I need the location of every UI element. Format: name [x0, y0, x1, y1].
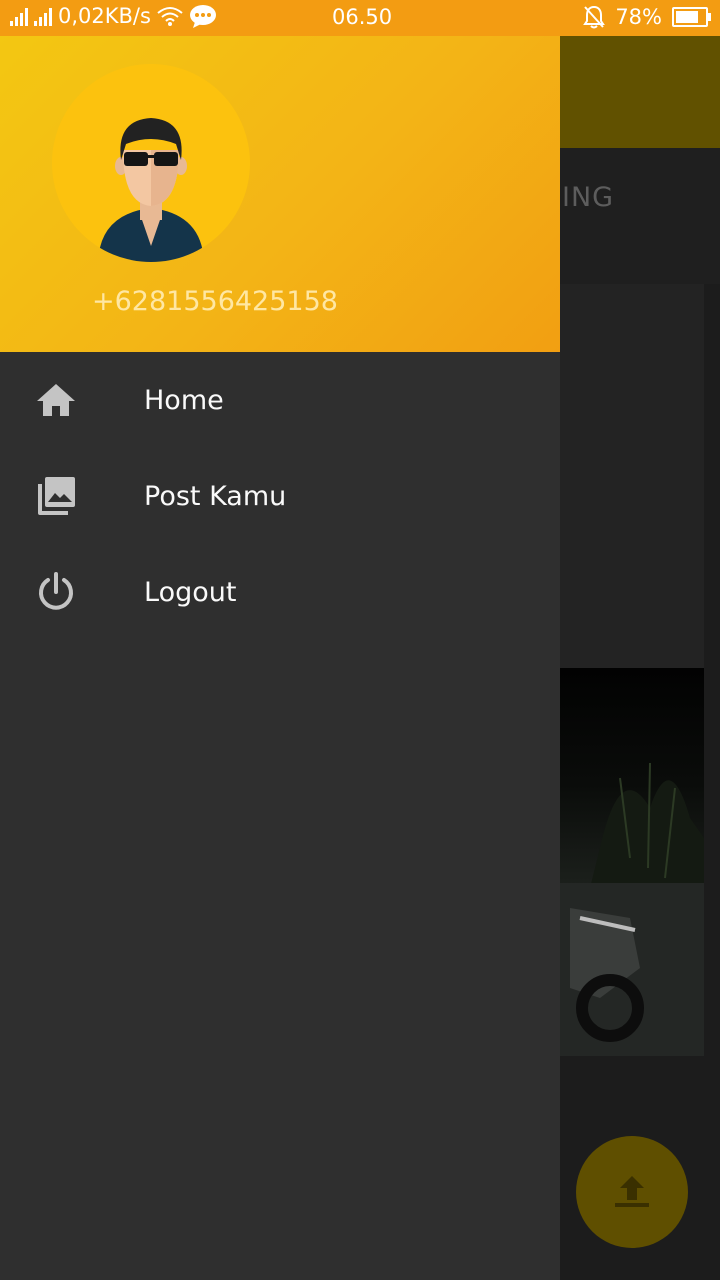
battery-icon [672, 7, 711, 27]
tab-label-partial: ING [562, 182, 615, 213]
navigation-drawer: +6281556425158 Home Post Kamu Logout [0, 36, 560, 1280]
home-icon [37, 384, 75, 416]
notifications-off-icon [583, 5, 606, 29]
avatar[interactable] [52, 64, 250, 262]
status-bar: 0,02KB/s 06.50 78% [0, 0, 720, 36]
user-phone: +6281556425158 [92, 286, 338, 317]
battery-percent: 78% [615, 5, 662, 29]
drawer-menu: Home Post Kamu Logout [0, 352, 560, 640]
post-image-dimmed [560, 668, 704, 1056]
menu-item-logout[interactable]: Logout [0, 544, 560, 640]
app-toolbar-dimmed [560, 36, 720, 148]
menu-item-label: Home [144, 384, 224, 416]
menu-item-label: Logout [144, 576, 237, 608]
menu-item-label: Post Kamu [144, 480, 287, 512]
app-tabs-dimmed [560, 148, 720, 284]
upload-fab[interactable] [576, 1136, 688, 1248]
signal-icon [10, 6, 28, 26]
power-icon [39, 572, 73, 610]
wifi-icon [157, 7, 183, 26]
message-icon [189, 5, 216, 28]
menu-item-post-kamu[interactable]: Post Kamu [0, 448, 560, 544]
post-card-dimmed [560, 284, 704, 668]
menu-item-home[interactable]: Home [0, 352, 560, 448]
network-speed: 0,02KB/s [58, 4, 151, 28]
photo-library-icon [38, 477, 75, 515]
clock: 06.50 [332, 5, 393, 29]
upload-icon [615, 1176, 649, 1207]
user-avatar-icon [98, 118, 204, 262]
drawer-header: +6281556425158 [0, 36, 560, 352]
signal-icon-2 [34, 6, 52, 26]
